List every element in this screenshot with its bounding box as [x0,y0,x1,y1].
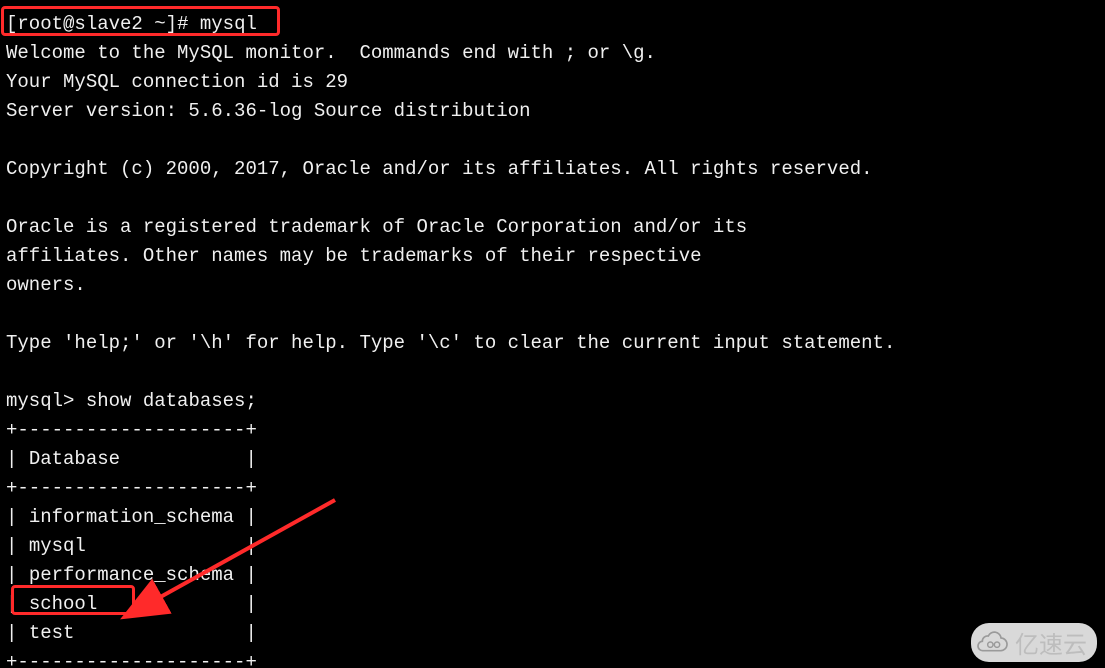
watermark-text: 亿速云 [1015,625,1087,660]
table-row: | school | [6,593,257,615]
table-header-row: | Database | [6,448,257,470]
table-row: | information_schema | [6,506,257,528]
welcome-text: Welcome to the MySQL monitor. Commands e… [6,42,895,354]
terminal-output[interactable]: [root@slave2 ~]# mysql Welcome to the My… [0,0,1105,668]
table-border-bottom: +--------------------+ [6,651,257,668]
table-row: | performance_schema | [6,564,257,586]
mysql-prompt-line: mysql> show databases; [6,390,257,412]
mysql-command: show databases; [86,390,257,412]
shell-command: mysql [200,13,257,35]
table-row: | mysql | [6,535,257,557]
cloud-icon [977,631,1009,655]
table-border-top: +--------------------+ [6,419,257,441]
shell-prompt-line: [root@slave2 ~]# mysql [6,13,257,35]
table-border-mid: +--------------------+ [6,477,257,499]
table-row: | test | [6,622,257,644]
watermark: 亿速云 [971,623,1097,662]
